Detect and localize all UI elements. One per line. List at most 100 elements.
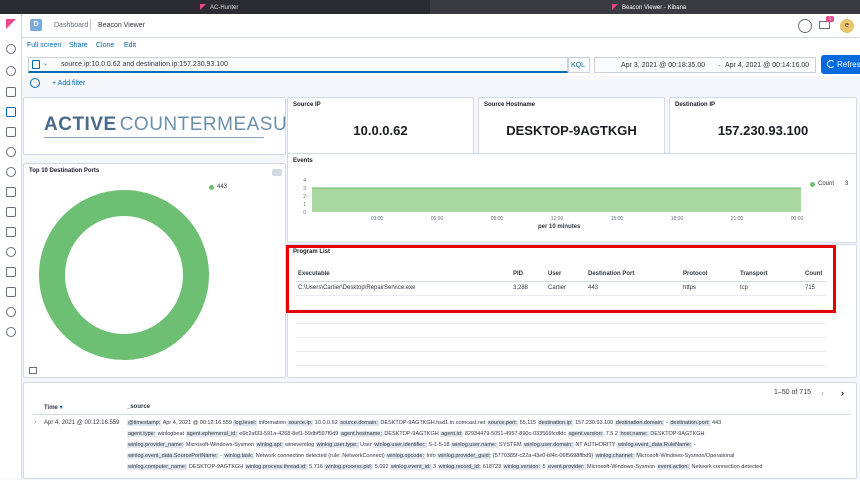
field-value: e6b2af33-591a-4268-8ef1-59dbf597f0d9 — [237, 431, 340, 437]
field-key: source.ip: — [287, 420, 314, 426]
search-input[interactable]: source.ip:10.0.0.62 and destination.ip:1… — [28, 57, 568, 73]
source-line: agent.type: winlogbeat agent.ephemeral_i… — [127, 431, 705, 437]
logs-icon[interactable] — [6, 207, 16, 217]
mail-icon[interactable] — [819, 21, 830, 29]
field-value: DESKTOP-9AGTKGH.hsd1.tn.comcast.net — [378, 420, 487, 426]
ml-icon[interactable] — [6, 167, 16, 177]
field-key: source.port: — [487, 420, 519, 426]
source-ip-panel: Source IP 10.0.0.62 — [287, 97, 474, 155]
legend-label[interactable]: Count — [818, 181, 834, 187]
logo-word-active: ACTIVE — [44, 114, 117, 135]
dev-tools-icon[interactable] — [6, 287, 16, 297]
left-nav — [0, 14, 22, 479]
field-value: 3 — [431, 464, 438, 470]
legend-swatch — [209, 185, 214, 190]
browser-tab-beacon-viewer[interactable]: Beacon Viewer - Kibana — [430, 0, 860, 14]
field-value: 5,716 — [307, 464, 325, 470]
saved-query-icon[interactable] — [32, 60, 40, 69]
apm-icon[interactable] — [6, 227, 16, 237]
refresh-button[interactable]: Refresh — [821, 55, 860, 74]
help-icon[interactable] — [798, 19, 812, 33]
uptime-icon[interactable] — [6, 247, 16, 257]
field-key: winlog.user.domain: — [523, 442, 574, 448]
canvas-icon[interactable] — [6, 127, 16, 137]
start-date[interactable]: Apr 3, 2021 @ 00:18:35.00 — [621, 62, 705, 69]
field-key: winlog.event_id: — [390, 464, 432, 470]
panel-title: Top 10 Destination Ports — [29, 168, 100, 174]
next-page-icon[interactable]: › — [841, 388, 844, 398]
discover-icon[interactable] — [6, 66, 16, 76]
expand-row-icon[interactable]: › — [34, 419, 36, 426]
row-divider — [296, 365, 826, 366]
y-tick-label: 2 — [303, 194, 306, 200]
panel-title: Source Hostname — [484, 102, 536, 108]
browser-tab-ac-hunter[interactable]: AC-Hunter — [0, 0, 430, 14]
field-key: winlog.opcode: — [386, 453, 425, 459]
dashboard-icon[interactable] — [6, 107, 16, 117]
recent-icon[interactable] — [6, 44, 16, 54]
user-avatar[interactable]: e — [840, 19, 854, 33]
kibana-logo-icon[interactable] — [6, 19, 16, 29]
breadcrumb-dashboard[interactable]: Dashboard — [54, 22, 88, 29]
edit-link[interactable]: Edit — [124, 42, 136, 49]
field-value: information — [257, 420, 288, 426]
infrastructure-icon[interactable] — [6, 187, 16, 197]
space-avatar[interactable]: D — [30, 19, 42, 31]
top-header: D Dashboard Beacon Viewer 1 e — [22, 14, 860, 38]
row-divider — [296, 323, 826, 324]
prev-page-icon[interactable]: ‹ — [821, 388, 824, 398]
refresh-icon — [827, 60, 835, 68]
field-key: winlog.user.type: — [315, 442, 359, 448]
visualize-icon[interactable] — [6, 87, 16, 97]
field-value: 443 — [710, 420, 722, 426]
field-value: 10.0.0.62 — [313, 420, 340, 426]
maps-icon[interactable] — [6, 147, 16, 157]
kql-toggle[interactable]: KQL — [568, 57, 590, 73]
field-key: event.provider: — [547, 464, 586, 470]
sort-down-icon[interactable]: ▾ — [60, 405, 63, 411]
field-key: destination.ip: — [537, 420, 574, 426]
add-filter-link[interactable]: + Add filter — [52, 80, 85, 87]
field-key: winlog.event_data.SourcePortName: — [127, 453, 219, 459]
x-tick-label: 12:00 — [551, 216, 564, 222]
monitoring-icon[interactable] — [6, 307, 16, 317]
x-tick-label: 00:00 — [791, 216, 804, 222]
field-key: event.action: — [656, 464, 690, 470]
col-source: _source — [127, 404, 151, 410]
browser-tab-label: Beacon Viewer - Kibana — [622, 5, 687, 11]
siem-icon[interactable] — [6, 267, 16, 277]
legend-label[interactable]: 443 — [217, 184, 227, 190]
field-key: agent.version: — [567, 431, 605, 437]
y-tick-label: 0 — [303, 210, 306, 216]
source-line: winlog.computer_name: DESKTOP-9AGTKGH wi… — [127, 464, 762, 470]
end-date[interactable]: Apr 4, 2021 @ 00:14:16.00 — [725, 62, 809, 69]
management-gear-icon[interactable] — [6, 327, 16, 337]
field-key: host.name: — [619, 431, 649, 437]
legend-toggle-icon[interactable] — [29, 367, 37, 374]
donut-slice-443[interactable] — [39, 190, 209, 360]
full-screen-link[interactable]: Full screen — [27, 42, 61, 49]
date-picker[interactable]: Apr 3, 2021 @ 00:18:35.00 → Apr 4, 2021 … — [594, 57, 816, 73]
logo-underline — [44, 137, 264, 138]
filter-options-icon[interactable] — [30, 78, 40, 88]
field-value: - — [692, 442, 696, 448]
panel-options-icon[interactable] — [272, 169, 282, 176]
events-area[interactable] — [312, 188, 801, 212]
field-key: winlog.record_id: — [437, 464, 482, 470]
highlight-annotation-box — [286, 245, 836, 313]
field-key: @timestamp: — [127, 420, 162, 426]
browser-tab-bar: AC-Hunter Beacon Viewer - Kibana — [0, 0, 860, 14]
field-value: Info — [425, 453, 438, 459]
x-axis-label: per 10 minutes — [538, 224, 581, 230]
share-link[interactable]: Share — [69, 42, 88, 49]
field-value: 5,092 — [373, 464, 391, 470]
chevron-down-icon[interactable]: ⌄ — [43, 60, 48, 67]
col-time[interactable]: Time ▾ — [44, 404, 63, 411]
browser-tab-label: AC-Hunter — [210, 5, 239, 11]
field-value: {5770385f-c22a-43e0-bf4c-06f5698ffbd9} — [491, 453, 595, 459]
clone-link[interactable]: Clone — [96, 42, 114, 49]
events-panel: Events 0 1 2 3 4 03:00 06:00 09:00 12:00 15:00 18:… — [287, 153, 857, 243]
field-key: winlog.user.name: — [451, 442, 498, 448]
top-ports-panel: Top 10 Destination Ports 443 — [23, 163, 286, 378]
kibana-tab-icon — [612, 4, 618, 10]
